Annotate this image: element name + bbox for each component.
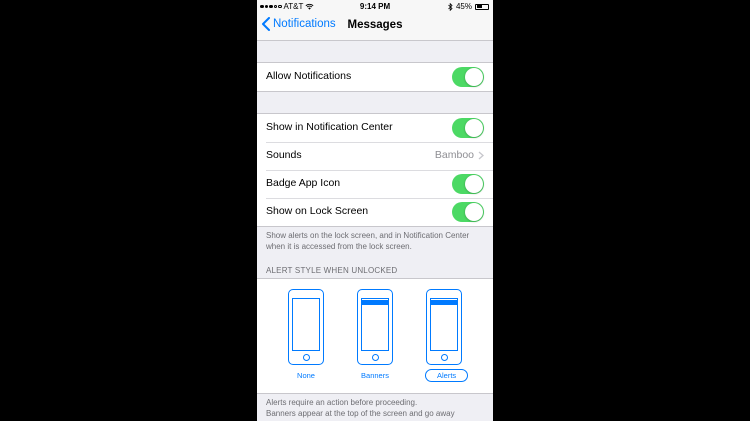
page-title: Messages: [347, 19, 403, 31]
row-label: Allow Notifications: [266, 70, 352, 82]
phone-alerts-icon: [426, 289, 462, 365]
badge-app-icon-row: Badge App Icon: [257, 170, 493, 198]
battery-icon: [475, 3, 489, 10]
lock-screen-note: Show alerts on the lock screen, and in N…: [266, 231, 470, 251]
lock-screen-toggle[interactable]: [452, 202, 484, 222]
note-line: Banners appear at the top of the screen …: [266, 409, 455, 418]
note-line: Alerts require an action before proceedi…: [266, 398, 418, 407]
alert-style-picker: None Banners Alerts: [257, 278, 493, 394]
status-bar: AT&T 9:14 PM 45%: [257, 0, 493, 14]
sound-name: Bamboo: [434, 149, 474, 161]
notification-center-toggle[interactable]: [452, 118, 484, 138]
alert-style-label: None: [297, 371, 315, 380]
allow-notifications-row: Allow Notifications: [257, 63, 493, 91]
status-right: 45%: [448, 2, 489, 11]
alert-style-label: Banners: [361, 371, 389, 380]
notification-center-row: Show in Notification Center: [257, 114, 493, 142]
alert-style-label-selected: Alerts: [425, 369, 469, 382]
phone-banners-icon: [357, 289, 393, 365]
bluetooth-icon: [448, 2, 453, 11]
badge-app-icon-toggle[interactable]: [452, 174, 484, 194]
row-label: Show in Notification Center: [266, 121, 393, 133]
alert-style-header: ALERT STYLE WHEN UNLOCKED: [266, 266, 398, 275]
row-label: Badge App Icon: [266, 177, 341, 189]
chevron-right-icon: [478, 151, 484, 159]
alert-style-none[interactable]: None: [287, 289, 325, 383]
lock-screen-row: Show on Lock Screen: [257, 198, 493, 226]
sounds-row[interactable]: Sounds Bamboo: [257, 142, 493, 170]
alert-style-alerts[interactable]: Alerts: [425, 289, 469, 383]
notification-settings-group: Show in Notification Center Sounds Bambo…: [257, 113, 493, 227]
allow-notifications-toggle[interactable]: [452, 67, 484, 87]
settings-screen: AT&T 9:14 PM 45% Notifications Messages: [257, 0, 493, 421]
allow-notifications-group: Allow Notifications: [257, 62, 493, 92]
alert-style-banners[interactable]: Banners: [356, 289, 394, 383]
row-label: Sounds: [266, 149, 302, 161]
row-label: Show on Lock Screen: [266, 205, 369, 217]
sounds-value: Bamboo: [435, 149, 484, 161]
battery-percent: 45%: [455, 2, 472, 11]
phone-none-icon: [288, 289, 324, 365]
alert-style-note: Alerts require an action before proceedi…: [266, 397, 484, 419]
navigation-bar: Notifications Messages: [257, 14, 493, 41]
